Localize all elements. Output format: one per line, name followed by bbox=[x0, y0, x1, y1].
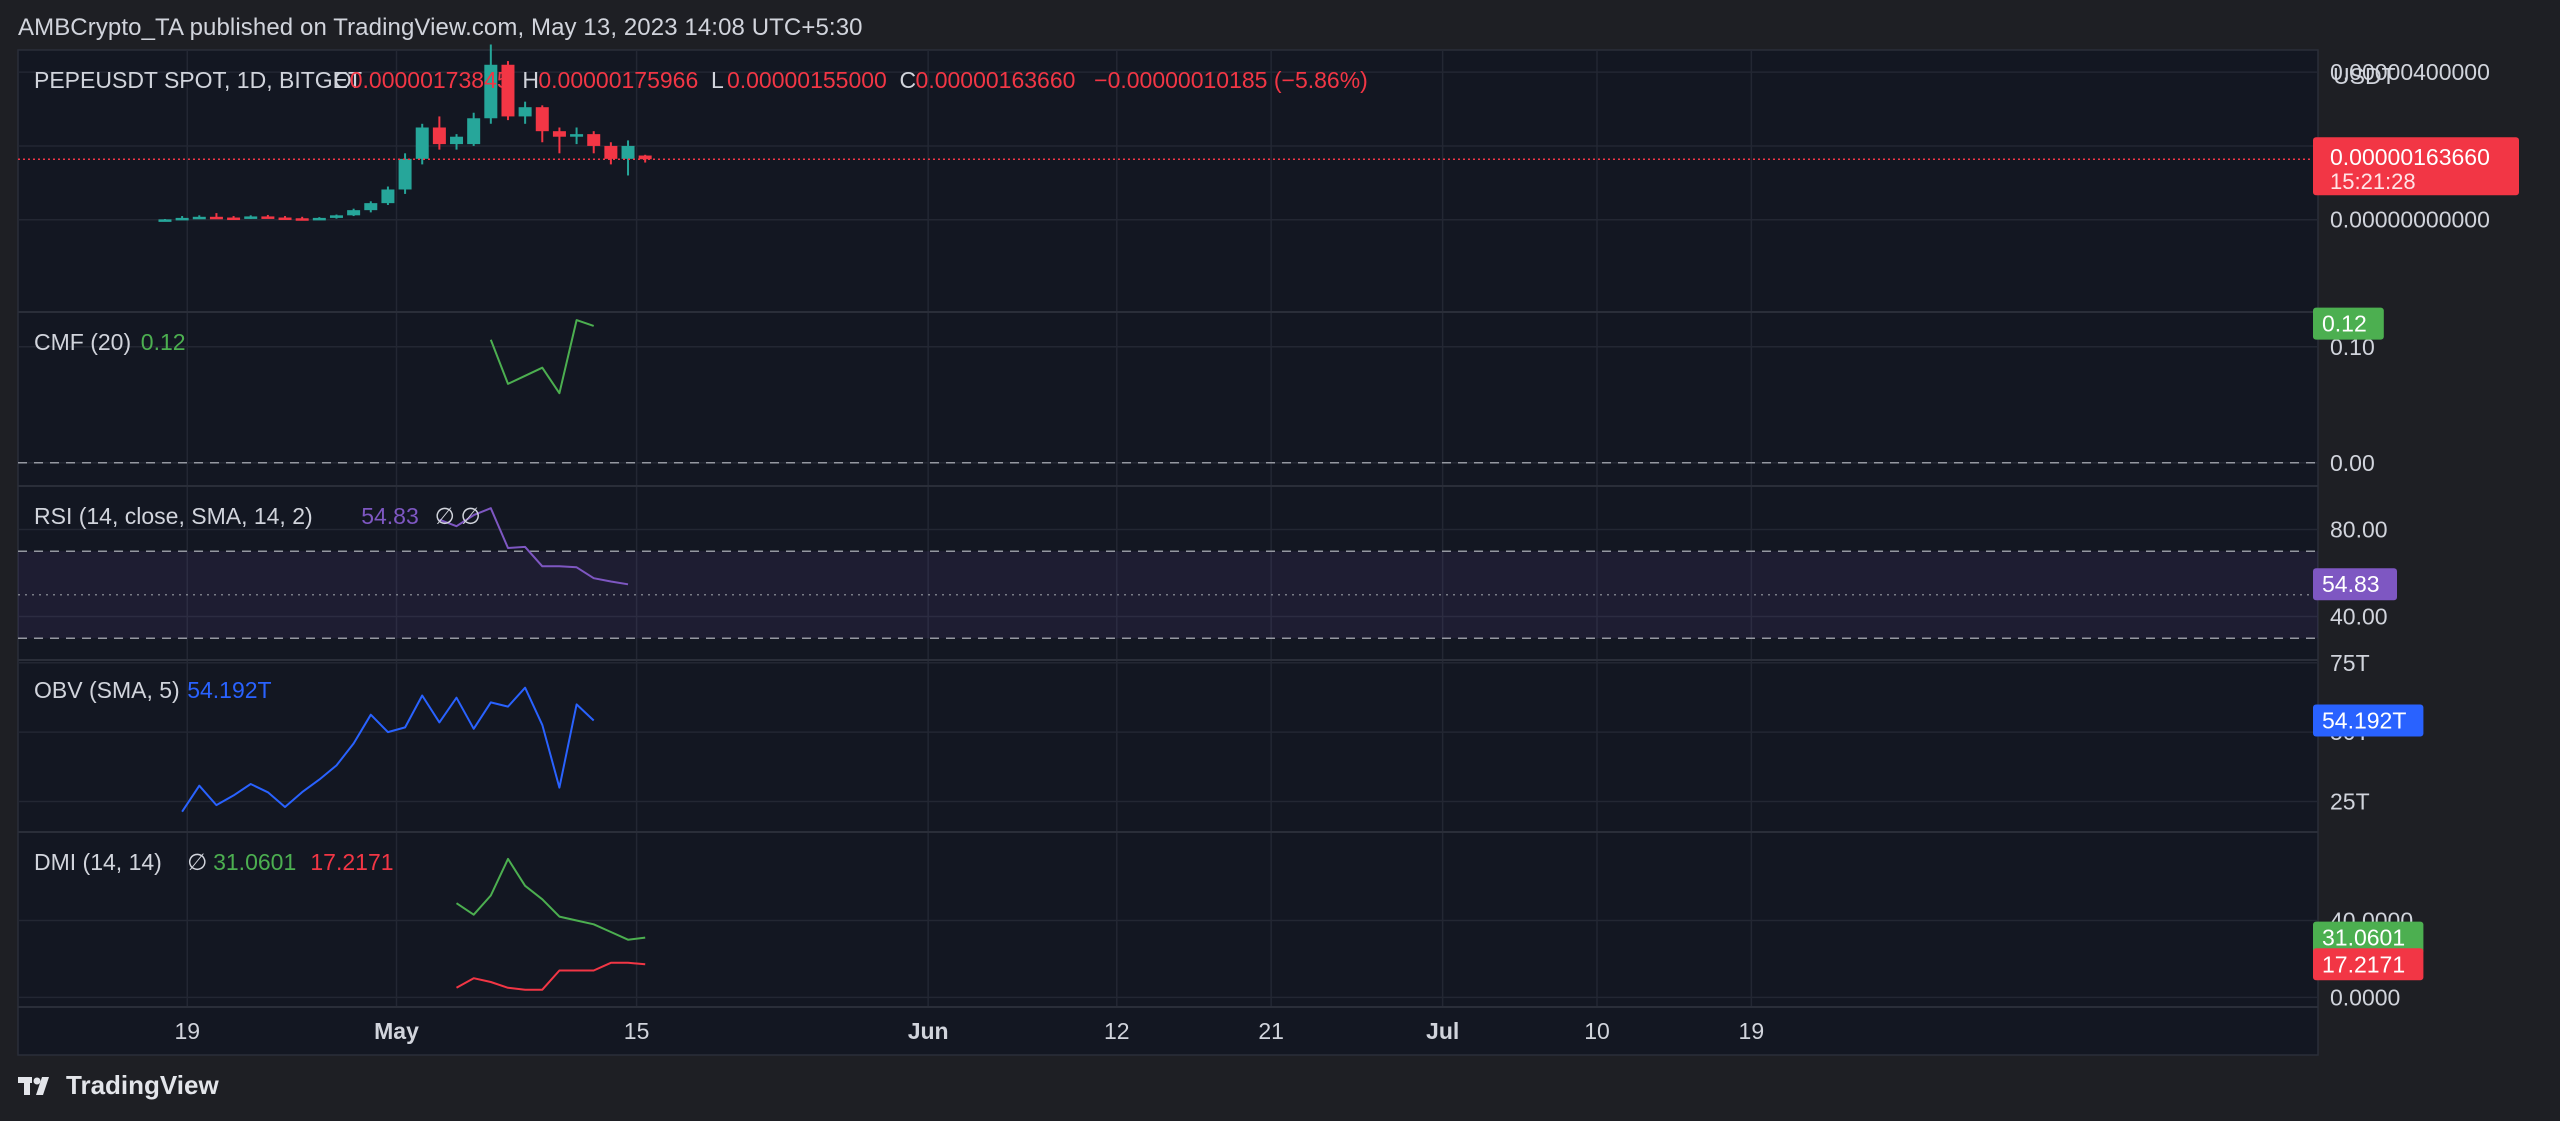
candle-body bbox=[295, 218, 309, 221]
ohlc-key: C bbox=[900, 67, 917, 93]
candle-body bbox=[432, 127, 446, 145]
cmf-badge-label: 0.12 bbox=[2322, 311, 2367, 337]
time-tick-label: Jul bbox=[1426, 1018, 1459, 1044]
obv-tick-label: 25T bbox=[2330, 788, 2370, 814]
tradingview-logo-icon bbox=[18, 1076, 56, 1096]
dmi-legend-value: 31.0601 bbox=[213, 849, 296, 875]
dmi-badge-label: 31.0601 bbox=[2322, 925, 2405, 951]
obv-legend-value: 54.192T bbox=[187, 677, 271, 703]
candle-body bbox=[381, 189, 395, 204]
candle-body bbox=[244, 216, 258, 219]
dmi-tick-label: 0.0000 bbox=[2330, 984, 2400, 1010]
candle-body bbox=[175, 217, 189, 221]
rsi-tick-label: 40.00 bbox=[2330, 604, 2388, 630]
candle-body bbox=[347, 210, 361, 216]
dmi-legend-value: ∅ bbox=[187, 849, 207, 875]
candle-body bbox=[227, 217, 241, 221]
price-legend-title: PEPEUSDT SPOT, 1D, BITGET bbox=[34, 67, 362, 93]
candle-body bbox=[398, 158, 412, 190]
time-tick-label: 21 bbox=[1258, 1018, 1284, 1044]
dmi-legend-value: 17.2171 bbox=[310, 849, 393, 875]
cmf-tick-label: 0.00 bbox=[2330, 450, 2375, 476]
candle-body bbox=[535, 107, 549, 132]
time-tick-label: 19 bbox=[174, 1018, 200, 1044]
obv-legend-title: OBV (SMA, 5) bbox=[34, 677, 180, 703]
time-tick-label: 12 bbox=[1104, 1018, 1130, 1044]
candle-body bbox=[364, 203, 378, 211]
ohlc-value: 0.00000163660 bbox=[916, 67, 1076, 93]
rsi-tick-label: 80.00 bbox=[2330, 517, 2388, 543]
rsi-legend-value: ∅ bbox=[435, 503, 455, 529]
time-tick-label: Jun bbox=[908, 1018, 949, 1044]
rsi-legend-value: ∅ bbox=[461, 503, 481, 529]
dmi-badge-label: 17.2171 bbox=[2322, 951, 2405, 977]
obv-badge-label: 54.192T bbox=[2322, 707, 2406, 733]
candle-body bbox=[450, 136, 464, 145]
price-tick-label: 0.00000400000 bbox=[2330, 59, 2490, 85]
rsi-legend-value: 54.83 bbox=[361, 503, 419, 529]
candle-body bbox=[329, 215, 343, 218]
cmf-legend-title: CMF (20) bbox=[34, 329, 131, 355]
candle-body bbox=[587, 134, 601, 146]
footer-brand-label: TradingView bbox=[66, 1070, 219, 1100]
time-tick-label: May bbox=[374, 1018, 419, 1044]
dmi-legend-title: DMI (14, 14) bbox=[34, 849, 162, 875]
ohlc-key: L bbox=[711, 67, 724, 93]
candle-body bbox=[570, 134, 584, 137]
price-tick-label: 0.00000000000 bbox=[2330, 207, 2490, 233]
candle-body bbox=[415, 127, 429, 159]
candle-body bbox=[467, 118, 481, 145]
candle-body bbox=[158, 219, 172, 222]
price-change: −0.00000010185 (−5.86%) bbox=[1094, 67, 1368, 93]
candle-body bbox=[209, 216, 223, 220]
obv-tick-label: 75T bbox=[2330, 650, 2370, 676]
last-price-label: 0.00000163660 bbox=[2330, 144, 2490, 170]
cmf-legend-value: 0.12 bbox=[141, 329, 186, 355]
footer-brand[interactable]: TradingView bbox=[18, 1070, 219, 1101]
ohlc-value: 0.00000175966 bbox=[538, 67, 698, 93]
candle-body bbox=[192, 216, 206, 220]
ohlc-value: 0.00000173845 bbox=[350, 67, 510, 93]
rsi-badge-label: 54.83 bbox=[2322, 571, 2380, 597]
ohlc-key: H bbox=[522, 67, 539, 93]
ohlc-value: 0.00000155000 bbox=[727, 67, 887, 93]
chart-canvas[interactable]: USDT0.000004000000.000002000000.00000000… bbox=[0, 0, 2560, 1121]
countdown-label: 15:21:28 bbox=[2330, 169, 2416, 194]
candle-body bbox=[518, 107, 532, 117]
time-tick-label: 19 bbox=[1739, 1018, 1765, 1044]
candle-body bbox=[621, 145, 635, 159]
rsi-legend-title: RSI (14, close, SMA, 14, 2) bbox=[34, 503, 313, 529]
candle-body bbox=[552, 131, 566, 137]
time-tick-label: 15 bbox=[624, 1018, 650, 1044]
candle-body bbox=[261, 216, 275, 219]
candle-body bbox=[604, 145, 618, 159]
candle-body bbox=[278, 217, 292, 221]
candle-body bbox=[312, 217, 326, 221]
time-tick-label: 10 bbox=[1584, 1018, 1610, 1044]
